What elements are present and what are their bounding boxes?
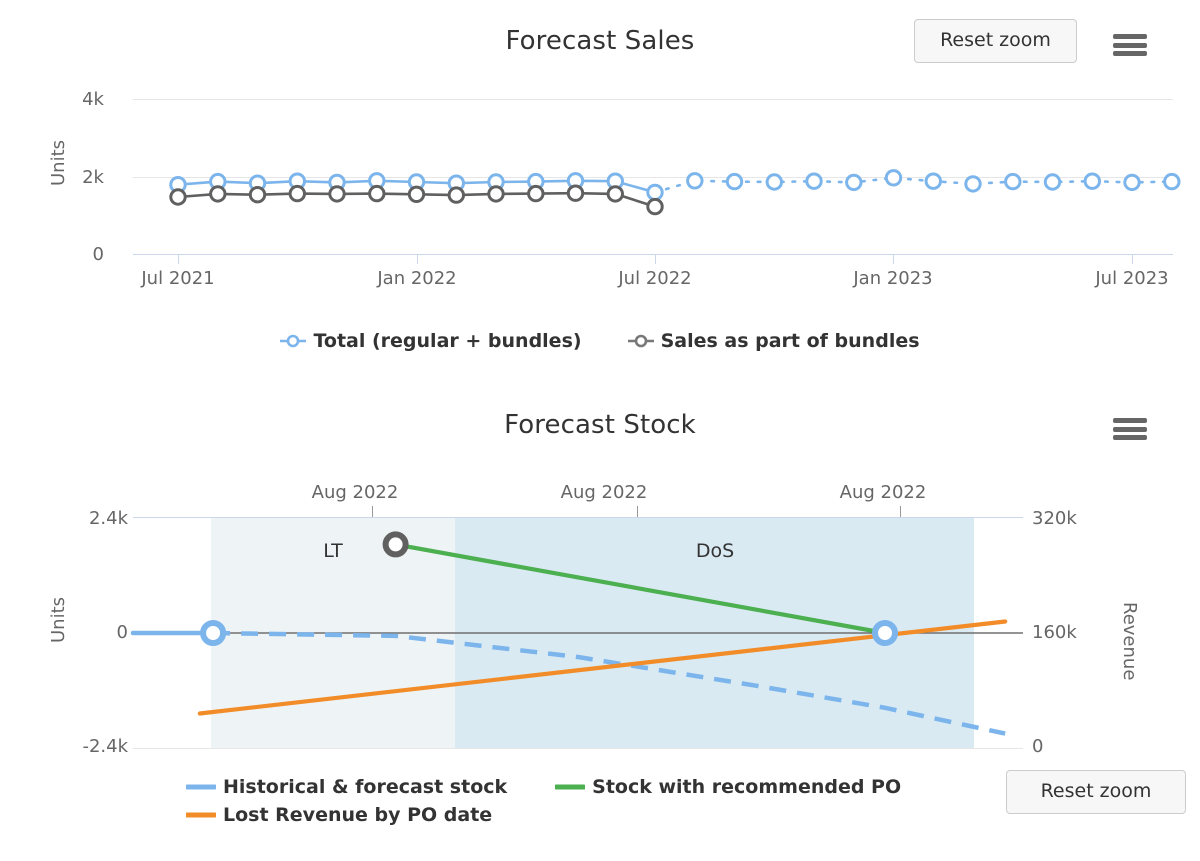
stock-legend-label: Lost Revenue by PO date [223, 804, 492, 826]
line-icon [186, 808, 216, 822]
circle-outline-icon [280, 333, 306, 349]
stock-legend-label: Historical & forecast stock [223, 776, 507, 798]
dashboard-page: Forecast Sales Reset zoom Units 4k 2k 0 … [0, 0, 1200, 861]
sales-plot-area [0, 0, 1200, 300]
sales-legend-label: Total (regular + bundles) [313, 330, 581, 352]
line-icon [555, 780, 585, 794]
forecast-sales-chart-panel: Forecast Sales Reset zoom Units 4k 2k 0 … [0, 0, 1200, 380]
stock-legend-item-lost-revenue[interactable]: Lost Revenue by PO date [186, 804, 1010, 826]
stock-legend-label: Stock with recommended PO [592, 776, 901, 798]
stock-reset-zoom-button[interactable]: Reset zoom [1006, 770, 1186, 814]
stock-legend-item-recommended-po[interactable]: Stock with recommended PO [555, 776, 901, 798]
stock-legend: Historical & forecast stock Stock with r… [0, 776, 1010, 826]
sales-legend-label: Sales as part of bundles [661, 330, 920, 352]
sales-legend-item-total[interactable]: Total (regular + bundles) [280, 330, 581, 352]
stock-plot-area [0, 382, 1200, 782]
stock-legend-item-historical[interactable]: Historical & forecast stock [186, 776, 507, 798]
sales-legend-item-bundles[interactable]: Sales as part of bundles [628, 330, 920, 352]
circle-outline-icon [628, 333, 654, 349]
line-icon [186, 780, 216, 794]
sales-legend: Total (regular + bundles) Sales as part … [0, 330, 1200, 352]
forecast-stock-chart-panel: Forecast Stock Aug 2022 Aug 2022 Aug 202… [0, 382, 1200, 861]
